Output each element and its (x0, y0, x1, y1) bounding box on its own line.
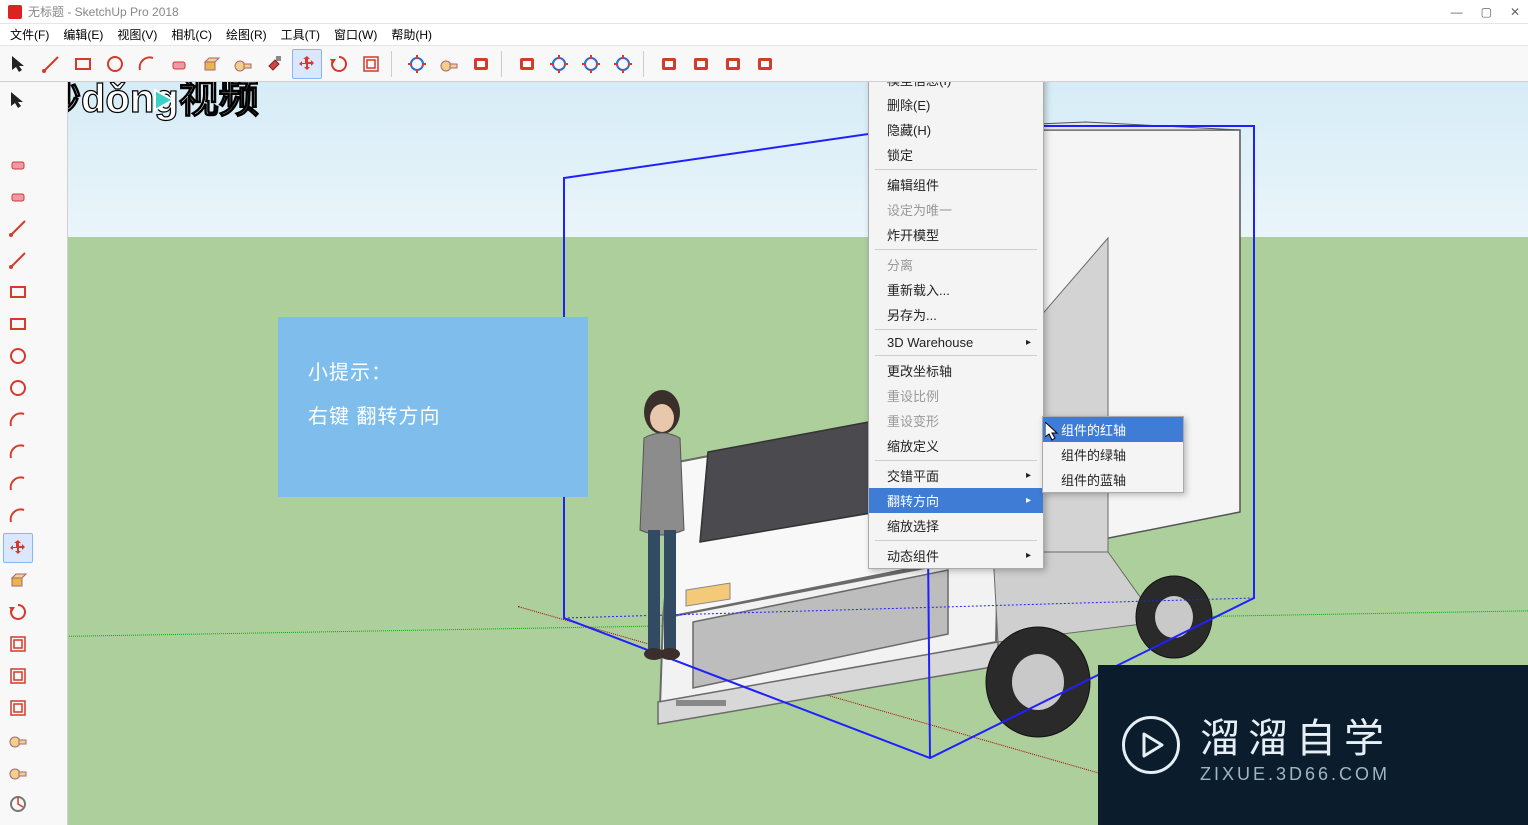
pushpull2-icon[interactable] (3, 565, 33, 595)
tip-title: 小提示： (308, 351, 558, 395)
ctx-编辑组件[interactable]: 编辑组件 (869, 172, 1043, 197)
paint-icon[interactable] (260, 49, 290, 79)
ctx-重新载入...[interactable]: 重新载入... (869, 277, 1043, 302)
ctx-炸开模型[interactable]: 炸开模型 (869, 222, 1043, 247)
scale-icon[interactable] (3, 661, 33, 691)
ctx-删除(E)[interactable]: 删除(E) (869, 92, 1043, 117)
arc2-icon[interactable] (3, 405, 33, 435)
ctx-3D Warehouse[interactable]: 3D Warehouse▸ (869, 332, 1043, 353)
ctx-交错平面[interactable]: 交错平面▸ (869, 463, 1043, 488)
menu-bar: 文件(F)编辑(E)视图(V)相机(C)绘图(R)工具(T)窗口(W)帮助(H) (0, 24, 1528, 46)
zoom-extents-icon[interactable] (608, 49, 638, 79)
ctx-模型信息(I)[interactable]: 模型信息(I) (869, 82, 1043, 92)
ctx-隐藏(H)[interactable]: 隐藏(H) (869, 117, 1043, 142)
ctx-重设变形: 重设变形 (869, 408, 1043, 433)
freehand-icon[interactable] (3, 245, 33, 275)
eraser-icon[interactable] (164, 49, 194, 79)
menu-7[interactable]: 帮助(H) (385, 24, 438, 45)
eraser2-icon[interactable] (3, 149, 33, 179)
orbit-icon[interactable] (402, 49, 432, 79)
window-title: 无标题 - SketchUp Pro 2018 (28, 3, 179, 20)
ctx-翻转方向[interactable]: 翻转方向▸ (869, 488, 1043, 513)
menu-5[interactable]: 工具(T) (275, 24, 326, 45)
rect-icon[interactable] (68, 49, 98, 79)
menu-1[interactable]: 编辑(E) (57, 24, 109, 45)
rotate2-icon[interactable] (3, 597, 33, 627)
component-icon[interactable] (512, 49, 542, 79)
subctx-组件的蓝轴[interactable]: 组件的蓝轴 (1043, 467, 1183, 492)
ctx-另存为...[interactable]: 另存为... (869, 302, 1043, 327)
menu-0[interactable]: 文件(F) (4, 24, 55, 45)
dim2-icon[interactable] (3, 757, 33, 787)
menu-2[interactable]: 视图(V) (111, 24, 163, 45)
offset2-icon[interactable] (3, 693, 33, 723)
pushpull-icon[interactable] (196, 49, 226, 79)
polygon-icon[interactable] (3, 373, 33, 403)
ctx-设定为唯一: 设定为唯一 (869, 197, 1043, 222)
move-icon[interactable] (292, 49, 322, 79)
rect2-icon[interactable] (3, 277, 33, 307)
menu-4[interactable]: 绘图(R) (220, 24, 273, 45)
viewport-canvas[interactable]: 小提示： 右键 翻转方向 模型信息(I)删除(E)隐藏(H)锁定编辑组件设定为唯… (68, 82, 1528, 825)
tip-overlay: 小提示： 右键 翻转方向 (278, 317, 588, 497)
text-icon[interactable] (466, 49, 496, 79)
ctx-缩放选择[interactable]: 缩放选择 (869, 513, 1043, 538)
close-button[interactable]: ✕ (1510, 5, 1520, 19)
dim-icon[interactable] (434, 49, 464, 79)
toolbar-left (0, 82, 68, 825)
context-submenu-flip[interactable]: 组件的红轴组件的绿轴组件的蓝轴 (1042, 416, 1184, 493)
eraser3-icon[interactable] (3, 181, 33, 211)
warehouse-icon[interactable] (654, 49, 684, 79)
circle2-icon[interactable] (3, 341, 33, 371)
red-tool-icon[interactable] (750, 49, 780, 79)
badge-title: 溜溜自学 (1200, 706, 1392, 764)
move2-icon[interactable] (3, 533, 33, 563)
ctx-动态组件[interactable]: 动态组件▸ (869, 543, 1043, 568)
subctx-组件的绿轴[interactable]: 组件的绿轴 (1043, 442, 1183, 467)
title-bar: 无标题 - SketchUp Pro 2018 — ▢ ✕ (0, 0, 1528, 24)
watermark-zixue: 溜溜自学 ZIXUE.3D66.COM (1098, 665, 1528, 825)
pan-icon[interactable] (544, 49, 574, 79)
badge-url: ZIXUE.3D66.COM (1200, 764, 1392, 785)
ext-icon[interactable] (686, 49, 716, 79)
followme-icon[interactable] (3, 629, 33, 659)
text2-icon[interactable] (3, 821, 33, 825)
line2-icon[interactable] (3, 213, 33, 243)
context-menu[interactable]: 模型信息(I)删除(E)隐藏(H)锁定编辑组件设定为唯一炸开模型分离重新载入..… (868, 82, 1044, 569)
zoom-icon[interactable] (576, 49, 606, 79)
toolbar-top (0, 46, 1528, 82)
app-icon (8, 5, 22, 19)
select-arrow-icon[interactable] (4, 49, 34, 79)
circle-icon[interactable] (100, 49, 130, 79)
menu-3[interactable]: 相机(C) (165, 24, 218, 45)
offset-icon[interactable] (356, 49, 386, 79)
maximize-button[interactable]: ▢ (1481, 5, 1492, 19)
arc-icon[interactable] (132, 49, 162, 79)
ctx-重设比例: 重设比例 (869, 383, 1043, 408)
arc3-icon[interactable] (3, 469, 33, 499)
select-icon[interactable] (3, 85, 33, 115)
play-icon (1122, 716, 1180, 774)
minimize-button[interactable]: — (1451, 5, 1463, 19)
rotate-icon[interactable] (324, 49, 354, 79)
subctx-组件的红轴[interactable]: 组件的红轴 (1043, 417, 1183, 442)
layers-icon[interactable] (718, 49, 748, 79)
ctx-更改坐标轴[interactable]: 更改坐标轴 (869, 358, 1043, 383)
arc2pt-icon[interactable] (3, 437, 33, 467)
person-figure (626, 390, 696, 680)
tip-body: 右键 翻转方向 (308, 395, 558, 439)
protractor-icon[interactable] (3, 789, 33, 819)
ctx-分离: 分离 (869, 252, 1043, 277)
rect-rot-icon[interactable] (3, 309, 33, 339)
pie-icon[interactable] (3, 501, 33, 531)
tape-icon[interactable] (228, 49, 258, 79)
line-icon[interactable] (36, 49, 66, 79)
tape2-icon[interactable] (3, 725, 33, 755)
ctx-锁定[interactable]: 锁定 (869, 142, 1043, 167)
menu-6[interactable]: 窗口(W) (328, 24, 383, 45)
ctx-缩放定义[interactable]: 缩放定义 (869, 433, 1043, 458)
